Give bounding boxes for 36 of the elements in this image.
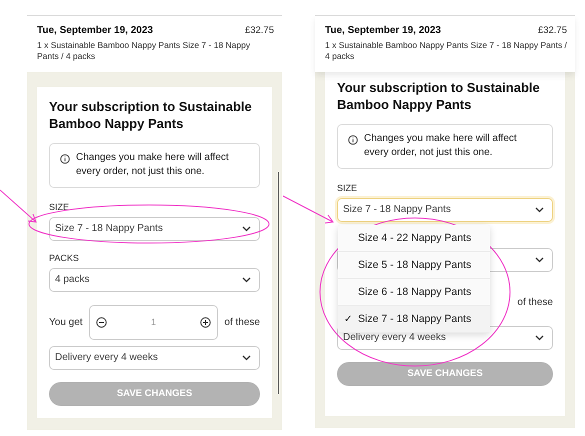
select-field[interactable]: 4 packs [49,268,260,292]
chevron-down-icon [242,276,251,283]
dropdown-option[interactable]: Size 4 - 22 Nappy Pants [338,224,490,252]
scrollbar[interactable] [278,172,279,394]
order-description: 1 x Sustainable Bamboo Nappy Pants Size 7 - 18 Nappy Pants / 4 packs [37,40,252,63]
field-label: SIZE [49,202,70,212]
dropdown-option[interactable]: Size 5 - 18 Nappy Pants [338,252,490,279]
card-title: Your subscription to Sustainable Bamboo Nappy Pants [337,80,541,114]
chevron-down-icon [535,334,544,341]
select-field[interactable]: Size 7 - 18 Nappy Pants [337,198,553,222]
field-label: SIZE [337,182,358,193]
card-title: Your subscription to Sustainable Bamboo Nappy Pants [49,98,253,133]
order-price: £32.75 [538,25,567,36]
info-icon [60,154,70,164]
chevron-down-icon [535,206,544,213]
stepper-label: You get [49,316,83,328]
order-date: Tue, September 19, 2023 [325,25,441,36]
stepper-label: of these [517,296,553,308]
dropdown-option[interactable]: ✓ Size 7 - 18 Nappy Pants [338,306,490,333]
field-label: PACKS [49,252,80,263]
annotation-arrow [283,194,335,226]
order-date: Tue, September 19, 2023 [37,25,153,36]
chevron-down-icon [242,354,251,361]
chevron-down-icon [242,226,251,232]
minus-icon[interactable] [96,316,107,328]
stepper-label: of these [224,316,260,328]
dropdown-option[interactable]: Size 6 - 18 Nappy Pants [338,278,490,306]
info-icon [348,134,358,145]
notice-text: Changes you make here will affect every order, not just this one. [76,150,230,180]
notice-text: Changes you make here will affect every order, not just this one. [364,132,518,160]
plus-icon[interactable] [200,316,212,328]
order-price: £32.75 [244,25,274,36]
select-field[interactable]: Delivery every 4 weeks [49,346,260,370]
chevron-down-icon [535,256,544,263]
order-description: 1 x Sustainable Bamboo Nappy Pants Size 7 - 18 Nappy Pants / 4 packs [325,40,567,63]
select-field[interactable]: Size 7 - 18 Nappy Pants [49,216,260,241]
